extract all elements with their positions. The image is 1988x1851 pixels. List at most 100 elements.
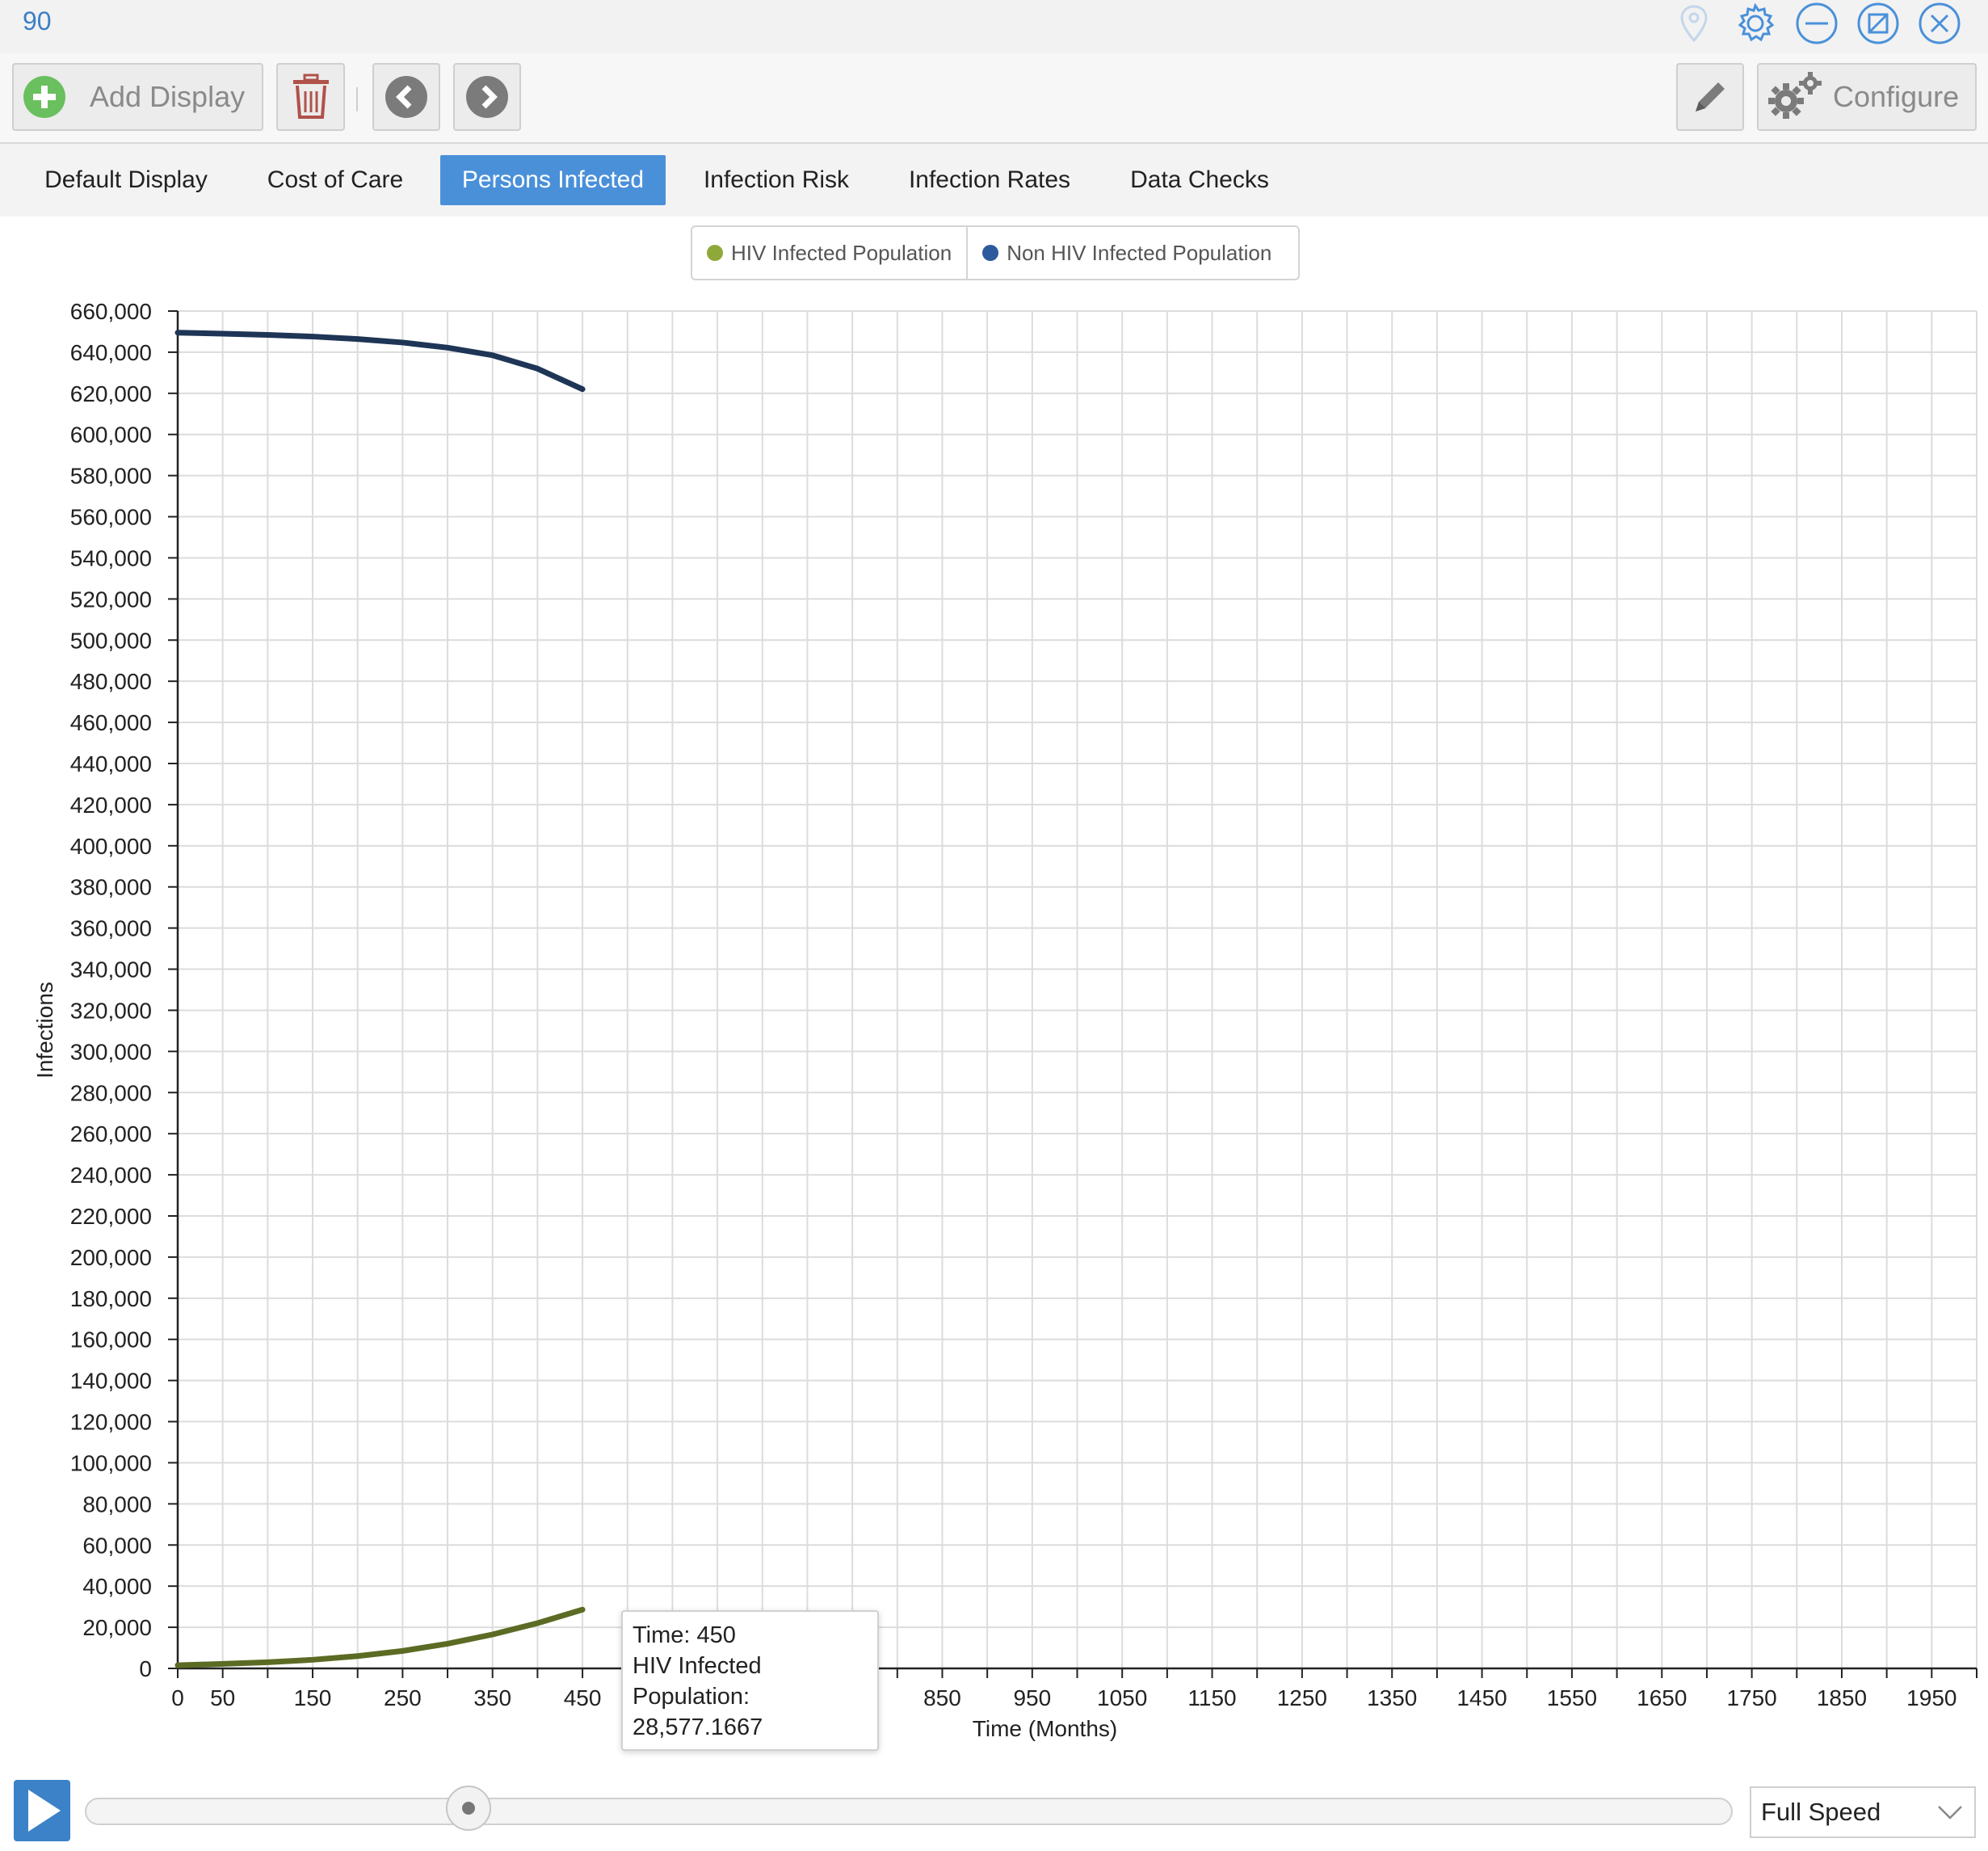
- x-tick-label: 950: [1013, 1685, 1051, 1710]
- x-tick-label: 250: [384, 1685, 422, 1710]
- y-tick-label: 260,000: [70, 1121, 152, 1146]
- y-tick-label: 520,000: [70, 587, 152, 612]
- chart-legend: HIV Infected Population Non HIV Infected…: [691, 225, 1300, 280]
- y-tick-label: 580,000: [70, 464, 152, 489]
- y-tick-label: 380,000: [70, 875, 152, 900]
- y-tick-label: 280,000: [70, 1080, 152, 1105]
- previous-button[interactable]: [372, 63, 440, 131]
- tab-infection-rates[interactable]: Infection Rates: [889, 155, 1091, 205]
- play-icon: [28, 1790, 61, 1832]
- configure-label: Configure: [1833, 80, 1960, 113]
- y-tick-label: 440,000: [70, 751, 152, 776]
- y-axis-label: Infections: [32, 982, 57, 1079]
- tooltip-time: Time: 450: [633, 1622, 736, 1648]
- pencil-icon: [1696, 82, 1725, 111]
- y-tick-label: 600,000: [70, 423, 152, 448]
- y-tick-label: 640,000: [70, 340, 152, 365]
- x-tick-label: 0: [171, 1685, 184, 1710]
- y-tick-label: 540,000: [70, 545, 152, 570]
- y-tick-label: 240,000: [70, 1163, 152, 1188]
- legend-swatch-hiv: [707, 245, 723, 261]
- x-tick-label: 50: [210, 1685, 235, 1710]
- x-tick-label: 1850: [1817, 1685, 1867, 1710]
- display-tabs: Default Display Cost of Care Persons Inf…: [0, 144, 1988, 217]
- edit-button[interactable]: [1676, 63, 1744, 131]
- add-display-button[interactable]: Add Display: [12, 63, 263, 131]
- tab-persons-infected[interactable]: Persons Infected: [440, 155, 666, 205]
- next-button[interactable]: [453, 63, 521, 131]
- add-display-label: Add Display: [90, 80, 246, 113]
- line-chart: 0 20,000 40,000 60,000 80,000 100,000 120,000 1…: [32, 299, 1977, 1741]
- y-tick-label: 480,000: [70, 669, 152, 694]
- close-icon[interactable]: [1918, 2, 1961, 45]
- minimize-icon[interactable]: [1795, 2, 1839, 45]
- y-tick-label: 160,000: [70, 1327, 152, 1352]
- y-tick-label: 0: [139, 1656, 152, 1681]
- x-tick-label: 1350: [1367, 1685, 1417, 1710]
- gear-icon[interactable]: [1734, 2, 1777, 45]
- y-tick-label: 560,000: [70, 505, 152, 530]
- tab-infection-risk[interactable]: Infection Risk: [687, 155, 866, 205]
- x-tick-label: 1150: [1187, 1685, 1236, 1710]
- tab-default-display[interactable]: Default Display: [24, 155, 228, 205]
- y-tick-label: 40,000: [82, 1574, 152, 1599]
- series-line-non-hiv-infected: [174, 330, 586, 393]
- chart-tooltip: Time: 450 HIV Infected Population: 28,57…: [621, 1610, 879, 1751]
- x-tick-label: 1450: [1456, 1685, 1507, 1710]
- x-tick-label: 1550: [1547, 1685, 1597, 1710]
- window-title: 90: [23, 6, 52, 36]
- tooltip-series-name-cont: Population:: [633, 1684, 750, 1710]
- chevron-right-icon: [466, 76, 508, 118]
- gears-icon: [1768, 72, 1822, 119]
- restore-icon[interactable]: [1856, 2, 1900, 45]
- plus-circle-icon: [23, 76, 65, 118]
- tab-data-checks[interactable]: Data Checks: [1115, 155, 1284, 205]
- y-tick-label: 120,000: [70, 1410, 152, 1435]
- speed-select[interactable]: Full Speed: [1750, 1786, 1976, 1838]
- toolbar-separator: [356, 87, 358, 111]
- toolbar: Add Display Configure: [0, 53, 1988, 144]
- series-line-hiv-infected: [174, 1606, 586, 1668]
- tab-cost-of-care[interactable]: Cost of Care: [250, 155, 420, 205]
- y-tick-label: 180,000: [70, 1286, 152, 1311]
- y-tick-label: 500,000: [70, 628, 152, 653]
- x-tick-label: 350: [473, 1685, 511, 1710]
- x-tick-label: 450: [564, 1685, 602, 1710]
- title-bar: 90: [0, 0, 1988, 53]
- y-tick-label: 100,000: [70, 1450, 152, 1475]
- y-tick-label: 360,000: [70, 916, 152, 941]
- y-tick-label: 660,000: [70, 299, 152, 324]
- tooltip-series-name: HIV Infected: [633, 1653, 762, 1679]
- x-tick-label: 850: [923, 1685, 961, 1710]
- legend-label-hiv: HIV Infected Population: [731, 240, 952, 265]
- legend-swatch-non-hiv: [982, 245, 999, 261]
- speed-select-value: Full Speed: [1761, 1798, 1881, 1826]
- y-tick-label: 300,000: [70, 1039, 152, 1064]
- legend-label-non-hiv: Non HIV Infected Population: [1007, 240, 1272, 265]
- y-tick-label: 200,000: [70, 1245, 152, 1270]
- y-tick-label: 140,000: [70, 1369, 152, 1394]
- play-button[interactable]: [14, 1780, 70, 1841]
- y-tick-label: 220,000: [70, 1204, 152, 1229]
- y-tick-label: 420,000: [70, 793, 152, 818]
- y-tick-label: 460,000: [70, 710, 152, 735]
- location-pin-icon[interactable]: [1672, 2, 1716, 45]
- y-tick-label: 80,000: [82, 1491, 152, 1517]
- x-tick-label: 1250: [1277, 1685, 1327, 1710]
- x-axis-label: Time (Months): [973, 1716, 1117, 1741]
- y-tick-label: 620,000: [70, 381, 152, 406]
- chevron-down-icon: [1938, 1806, 1962, 1819]
- y-tick-label: 20,000: [82, 1615, 152, 1640]
- y-tick-label: 320,000: [70, 998, 152, 1023]
- x-tick-label: 1950: [1906, 1685, 1956, 1710]
- legend-item-hiv-infected[interactable]: HIV Infected Population: [692, 227, 966, 279]
- delete-button[interactable]: [276, 63, 345, 131]
- playback-bar: Full Speed: [0, 1769, 1988, 1851]
- x-tick-label: 1650: [1637, 1685, 1687, 1710]
- time-slider-track[interactable]: [85, 1798, 1733, 1825]
- time-slider-thumb[interactable]: [446, 1786, 492, 1831]
- legend-item-non-hiv-infected[interactable]: Non HIV Infected Population: [966, 227, 1286, 279]
- x-tick-label: 150: [294, 1685, 332, 1710]
- configure-button[interactable]: Configure: [1757, 63, 1977, 131]
- trash-icon: [292, 74, 329, 119]
